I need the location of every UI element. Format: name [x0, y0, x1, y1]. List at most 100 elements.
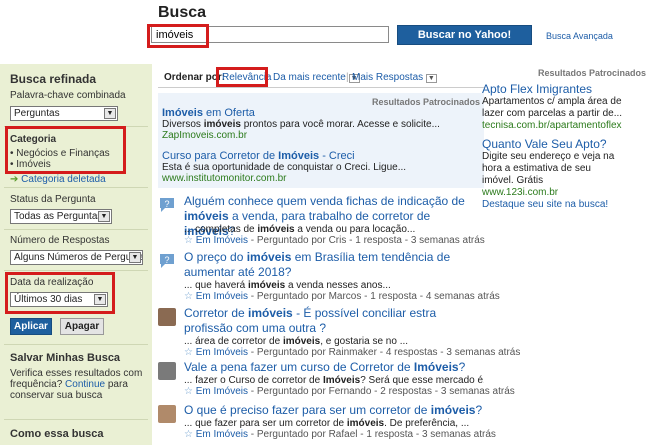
refine-title: Busca refinada: [10, 72, 97, 86]
status-label: Status da Pergunta: [10, 194, 96, 205]
ad-title-bold: Imóveis: [278, 150, 320, 162]
ad-url[interactable]: www.institutomonitor.com.br: [162, 173, 482, 184]
category-removed-label: Categoria deletada: [21, 174, 106, 185]
ad-title-bold: Imóveis: [162, 107, 203, 119]
promo-link[interactable]: Destaque seu site na busca!: [482, 199, 646, 210]
ad-item[interactable]: Imóveis em Oferta Diversos imóveis pront…: [162, 107, 482, 141]
question-item[interactable]: Vale a pena fazer um curso de Corretor d…: [158, 360, 515, 400]
sort-more-answers[interactable]: Mais Respostas ▼: [352, 72, 437, 83]
ad-url[interactable]: ZapImoveis.com.br: [162, 130, 482, 141]
qt-bold: imóveis: [430, 403, 476, 417]
ad-url[interactable]: www.123i.com.br: [482, 187, 646, 198]
category-link[interactable]: Em Imóveis: [196, 386, 248, 397]
ad-desc-line: Apartamentos c/ ampla área de: [482, 96, 622, 107]
ad-title[interactable]: Imóveis em Oferta: [162, 107, 255, 119]
star-icon[interactable]: ☆: [184, 235, 193, 246]
category-removed-link[interactable]: ➔ Categoria deletada: [10, 174, 106, 185]
qs-part: ? Será que esse mercado é...: [360, 375, 484, 386]
qt-part: ?: [475, 403, 483, 417]
ad-title[interactable]: Apto Flex Imigrantes: [482, 82, 646, 96]
sponsored-label: Resultados Patrocinados: [371, 97, 480, 107]
question-meta: ☆ Em Imóveis - Perguntado por Rafael - 1…: [184, 429, 496, 440]
sort-bar: Ordenar por: Relevância Da mais recente …: [158, 64, 484, 88]
keyword-label: Palavra-chave combinada: [10, 90, 126, 101]
ad-desc: Esta é sua oportunidade de conquistar o …: [162, 162, 407, 173]
question-title[interactable]: O que é preciso fazer para ser um corret…: [184, 403, 484, 418]
ad-title-a: Curso para Corretor de: [162, 150, 279, 162]
star-icon[interactable]: ☆: [184, 347, 193, 358]
divider: [4, 270, 148, 271]
ad-desc-line: imóvel. Grátis: [482, 175, 544, 186]
qs-part: ... área de corretor de: [184, 336, 283, 347]
qt-part: ?: [458, 360, 466, 374]
qt-bold: imóveis: [248, 306, 293, 320]
question-bubble-icon: ?: [160, 198, 174, 212]
ad-desc-a: Diversos: [162, 119, 204, 130]
question-snippet: ... que fazer para ser um corretor de im…: [184, 418, 484, 429]
question-title[interactable]: O preço do imóveis em Brasília tem tendê…: [184, 250, 484, 280]
answers-select-value: Alguns Números de Perguntas: [14, 252, 143, 263]
question-item[interactable]: Corretor de imóveis - É possível concili…: [158, 306, 520, 358]
ad-item[interactable]: Quanto Vale Seu Apto? Digite seu endereç…: [482, 137, 646, 198]
ad-desc-b: imóveis: [203, 119, 241, 130]
star-icon[interactable]: ☆: [184, 291, 193, 302]
question-item[interactable]: ? Alguém conhece quem venda fichas de in…: [158, 194, 485, 248]
ad-item[interactable]: Apto Flex Imigrantes Apartamentos c/ amp…: [482, 82, 646, 131]
ad-title[interactable]: Quanto Vale Seu Apto?: [482, 137, 646, 151]
category-link[interactable]: Em Imóveis: [196, 429, 248, 440]
status-select-value: Todas as Perguntas: [14, 211, 103, 222]
question-item[interactable]: O que é preciso fazer para ser um corret…: [158, 403, 496, 445]
meta-text: - Perguntado por Fernando - 2 respostas …: [247, 386, 515, 397]
status-select[interactable]: Todas as Perguntas ▼: [10, 209, 112, 224]
sort-recent-label: Da mais recente: [273, 72, 346, 83]
qs-part: . De preferência, ...: [384, 418, 470, 429]
clear-button[interactable]: Apagar: [60, 318, 104, 335]
category-link[interactable]: Em Imóveis: [196, 235, 248, 246]
ad-title-rest: em Oferta: [202, 107, 255, 119]
ad-title[interactable]: Curso para Corretor de Imóveis - Creci: [162, 150, 355, 162]
qs-part: , e gostaria se no ...: [320, 336, 409, 347]
save-text-3: para: [107, 379, 128, 390]
apply-button[interactable]: Aplicar: [10, 318, 52, 335]
ad-desc-line: lazer com parcelas a partir de...: [482, 108, 623, 119]
qt-part: Corretor de: [184, 306, 249, 320]
chevron-down-icon: ▼: [425, 74, 437, 83]
qs-bold: imóveis: [346, 418, 385, 429]
ad-item[interactable]: Curso para Corretor de Imóveis - Creci E…: [162, 150, 482, 184]
qt-part: a venda, para trabalho de corretor de: [228, 209, 431, 223]
save-title: Salvar Minhas Busca: [10, 352, 121, 364]
qs-bold: imóveis: [247, 280, 286, 291]
avatar: [158, 405, 176, 423]
star-icon[interactable]: ☆: [184, 386, 193, 397]
category-link[interactable]: Em Imóveis: [196, 347, 248, 358]
question-item[interactable]: ? O preço do imóveis em Brasília tem ten…: [158, 250, 500, 302]
question-meta: ☆ Em Imóveis - Perguntado por Marcos - 1…: [184, 291, 500, 302]
answers-select[interactable]: Alguns Números de Perguntas ▼: [10, 250, 143, 265]
advanced-search-link[interactable]: Busca Avançada: [546, 31, 613, 41]
arrow-icon: ➔: [10, 174, 19, 185]
save-text-4: conservar sua busca: [10, 390, 103, 401]
highlight-relevance: [216, 67, 268, 87]
divider: [4, 419, 148, 420]
ad-title-c: - Creci: [319, 150, 355, 162]
answers-label: Número de Respostas: [10, 235, 110, 246]
qs-bold: imóveis: [282, 336, 321, 347]
qs-bold: imóveis: [257, 224, 295, 235]
avatar: [158, 308, 176, 326]
question-bubble-icon: ?: [160, 254, 174, 268]
keyword-select[interactable]: Perguntas ▼: [10, 106, 118, 121]
question-title[interactable]: Corretor de imóveis - É possível concili…: [184, 306, 484, 336]
ad-url[interactable]: tecnisa.com.br/apartamentoflex: [482, 120, 646, 131]
ad-desc-line: hora a estimativa de seu: [482, 163, 591, 174]
svg-text:?: ?: [164, 255, 169, 265]
search-button[interactable]: Buscar no Yahoo! Respostas: [397, 25, 532, 59]
meta-text: - Perguntado por Cris - 1 resposta - 3 s…: [247, 235, 485, 246]
question-title[interactable]: Vale a pena fazer um curso de Corretor d…: [184, 360, 484, 375]
continue-link[interactable]: Continue: [65, 379, 105, 390]
highlight-category: [5, 126, 126, 174]
divider: [4, 229, 148, 230]
star-icon[interactable]: ☆: [184, 429, 193, 440]
category-link[interactable]: Em Imóveis: [196, 291, 248, 302]
qs-part: ... que haverá: [184, 280, 248, 291]
meta-text: - Perguntado por Rainmaker - 4 respostas…: [247, 347, 521, 358]
